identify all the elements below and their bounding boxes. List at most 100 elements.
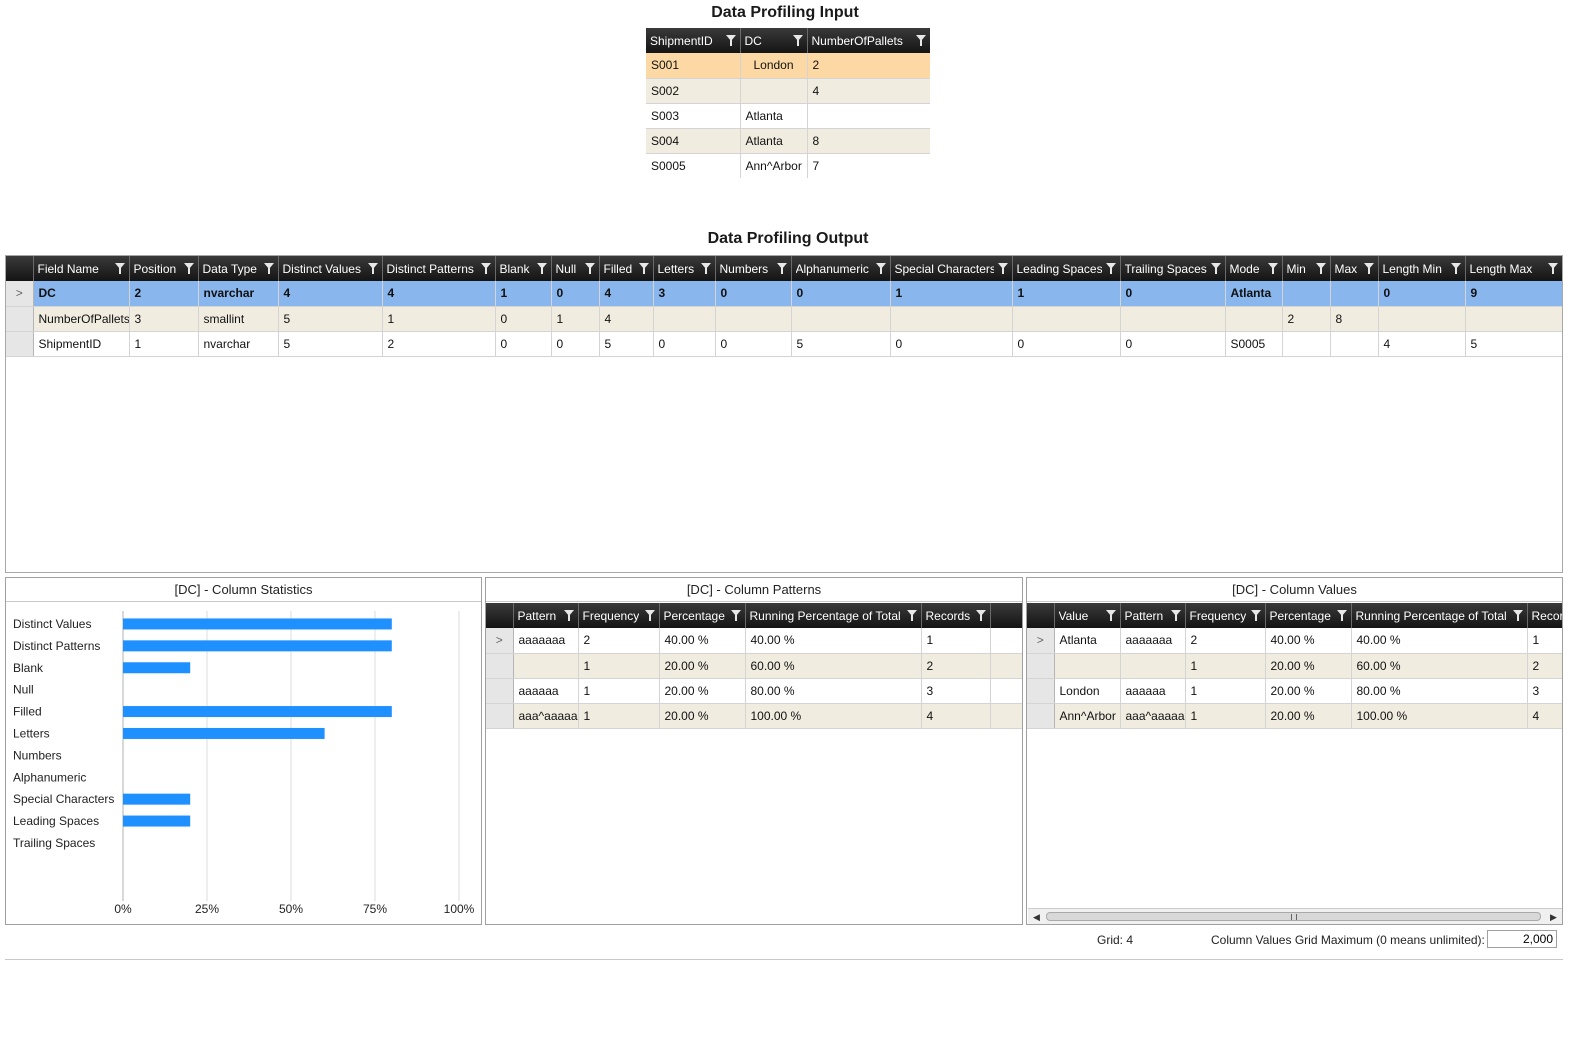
table-cell[interactable]: 1: [921, 628, 991, 654]
table-row[interactable]: ShipmentID 1 nvarchar 5 2 0 0 5 0 0 5 0 0 0 S0005 4 5: [6, 331, 1562, 357]
table-cell[interactable]: 4: [278, 281, 383, 307]
row-indicator[interactable]: >: [486, 628, 514, 654]
table-cell[interactable]: [1225, 306, 1283, 332]
table-cell[interactable]: aaaaaaa: [1120, 628, 1186, 654]
column-header-position[interactable]: Position: [129, 256, 199, 281]
table-cell[interactable]: 2: [382, 331, 496, 357]
table-cell[interactable]: 5: [278, 306, 383, 332]
table-cell[interactable]: 0: [653, 331, 716, 357]
column-header-length-min[interactable]: Length Min: [1378, 256, 1466, 281]
column-values-max-input[interactable]: [1487, 930, 1557, 948]
table-cell[interactable]: Ann^Arbor: [740, 153, 808, 178]
filter-icon[interactable]: [906, 610, 917, 621]
table-cell[interactable]: [1330, 281, 1379, 307]
column-header-value[interactable]: Value: [1054, 603, 1121, 628]
table-cell[interactable]: [1282, 281, 1331, 307]
scroll-right-icon[interactable]: ▶: [1550, 912, 1557, 923]
table-cell[interactable]: 0: [495, 306, 552, 332]
column-header-alphanumeric[interactable]: Alphanumeric: [791, 256, 891, 281]
table-cell[interactable]: 5: [791, 331, 891, 357]
table-cell[interactable]: aaa^aaaaa: [1120, 703, 1186, 729]
row-indicator[interactable]: >: [1027, 628, 1055, 654]
row-indicator[interactable]: [6, 306, 34, 332]
column-header-leading-spaces[interactable]: Leading Spaces: [1012, 256, 1121, 281]
table-cell[interactable]: 2: [129, 281, 199, 307]
filter-icon[interactable]: [915, 35, 926, 46]
table-cell[interactable]: aaaaaaa: [513, 628, 579, 654]
column-header-filled[interactable]: Filled: [599, 256, 654, 281]
values-grid[interactable]: Value Pattern Frequency Percentage Running P…: [1027, 603, 1562, 729]
table-cell[interactable]: [740, 78, 808, 104]
table-cell[interactable]: 5: [599, 331, 654, 357]
filter-icon[interactable]: [114, 263, 125, 274]
table-cell[interactable]: [1330, 331, 1379, 357]
output-grid[interactable]: Field Name Position Data Type Distinct Valu…: [5, 255, 1563, 573]
table-row[interactable]: aaa^aaaaa 1 20.00 % 100.00 % 4: [486, 703, 1022, 729]
column-header-dc[interactable]: DC: [740, 28, 808, 53]
filter-icon[interactable]: [997, 263, 1008, 274]
table-cell[interactable]: 1: [1185, 678, 1266, 704]
column-header-percentage[interactable]: Percentage: [1265, 603, 1352, 628]
filter-icon[interactable]: [584, 263, 595, 274]
table-cell[interactable]: [1012, 306, 1121, 332]
table-cell[interactable]: [1282, 331, 1331, 357]
table-row[interactable]: S003 Atlanta: [646, 103, 930, 129]
table-cell[interactable]: 5: [1465, 331, 1562, 357]
table-cell[interactable]: 0: [495, 331, 552, 357]
column-header-data-type[interactable]: Data Type: [198, 256, 279, 281]
table-cell[interactable]: S002: [646, 78, 741, 104]
table-cell[interactable]: 0: [715, 281, 792, 307]
table-cell[interactable]: 0: [890, 331, 1013, 357]
column-header-length-max[interactable]: Length Max: [1465, 256, 1562, 281]
table-cell[interactable]: 3: [129, 306, 199, 332]
column-header-numbers[interactable]: Numbers: [715, 256, 792, 281]
table-cell[interactable]: 4: [599, 281, 654, 307]
column-header-percentage[interactable]: Percentage: [659, 603, 746, 628]
filter-icon[interactable]: [730, 610, 741, 621]
filter-icon[interactable]: [1450, 263, 1461, 274]
table-cell[interactable]: 1: [578, 678, 660, 704]
filter-icon[interactable]: [1250, 610, 1261, 621]
filter-icon[interactable]: [1512, 610, 1523, 621]
filter-icon[interactable]: [1170, 610, 1181, 621]
table-cell[interactable]: 4: [599, 306, 654, 332]
filter-icon[interactable]: [367, 263, 378, 274]
table-cell[interactable]: 4: [1378, 331, 1466, 357]
column-header-field-name[interactable]: Field Name: [33, 256, 130, 281]
table-cell[interactable]: aaaaaa: [1120, 678, 1186, 704]
table-cell[interactable]: 4: [382, 281, 496, 307]
table-cell[interactable]: Atlanta: [1225, 281, 1283, 307]
column-header-mode[interactable]: Mode: [1225, 256, 1283, 281]
table-cell[interactable]: 20.00 %: [659, 703, 746, 729]
table-cell[interactable]: aaaaaa: [513, 678, 579, 704]
table-cell[interactable]: DC: [33, 281, 130, 307]
filter-icon[interactable]: [792, 35, 803, 46]
table-cell[interactable]: 40.00 %: [1265, 628, 1352, 654]
table-row[interactable]: Ann^Arbor aaa^aaaaa 1 20.00 % 100.00 % 4: [1027, 703, 1562, 729]
scroll-left-icon[interactable]: ◀: [1033, 912, 1040, 923]
table-cell[interactable]: [890, 306, 1013, 332]
column-header-shipmentid[interactable]: ShipmentID: [646, 28, 741, 53]
table-cell[interactable]: 2: [1527, 653, 1562, 679]
table-cell[interactable]: nvarchar: [198, 331, 279, 357]
table-cell[interactable]: [807, 103, 930, 129]
table-cell[interactable]: 0: [1120, 331, 1226, 357]
table-cell[interactable]: 3: [1527, 678, 1562, 704]
table-cell[interactable]: 1: [495, 281, 552, 307]
table-cell[interactable]: 1: [1012, 281, 1121, 307]
filter-icon[interactable]: [1105, 610, 1116, 621]
table-cell[interactable]: 4: [921, 703, 991, 729]
table-cell[interactable]: 2: [1185, 628, 1266, 654]
table-cell[interactable]: 1: [890, 281, 1013, 307]
table-cell[interactable]: 0: [551, 281, 600, 307]
column-header-pattern[interactable]: Pattern: [513, 603, 579, 628]
row-indicator[interactable]: [486, 703, 514, 729]
column-header-max[interactable]: Max: [1330, 256, 1379, 281]
table-cell[interactable]: [513, 653, 579, 679]
table-row[interactable]: London aaaaaa 1 20.00 % 80.00 % 3: [1027, 678, 1562, 704]
table-cell[interactable]: S0005: [1225, 331, 1283, 357]
table-row[interactable]: > aaaaaaa 2 40.00 % 40.00 % 1: [486, 628, 1022, 654]
table-row[interactable]: > Atlanta aaaaaaa 2 40.00 % 40.00 % 1: [1027, 628, 1562, 654]
table-cell[interactable]: 0: [715, 331, 792, 357]
table-cell[interactable]: [653, 306, 716, 332]
